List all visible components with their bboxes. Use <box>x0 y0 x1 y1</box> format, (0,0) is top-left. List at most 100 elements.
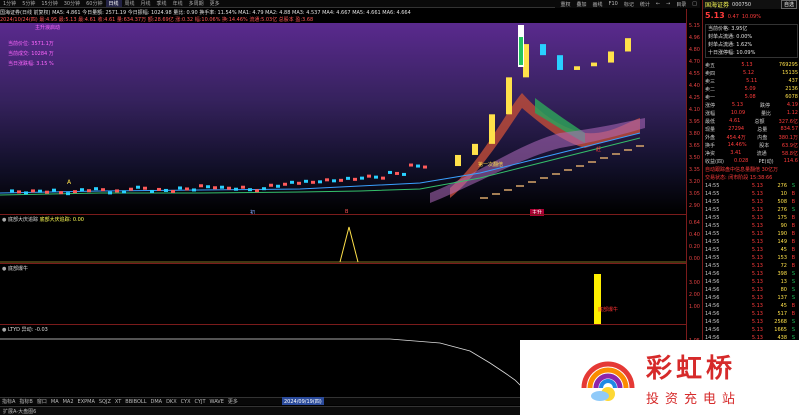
tick-p: 5.13 <box>751 183 763 189</box>
candle <box>283 182 287 186</box>
panel2-tick-label: 2.00 <box>688 292 700 298</box>
panel2-icon: ● <box>2 266 7 272</box>
candle <box>59 191 63 195</box>
tick-v: 45 <box>780 247 787 253</box>
tick-v: 508 <box>777 199 787 205</box>
tick-v: 190 <box>777 231 787 237</box>
stat-v: 10.09 <box>730 110 746 116</box>
tick-row: 14:55 5.13 90 B <box>705 223 798 229</box>
tick-t: 14:56 <box>705 303 720 309</box>
candle <box>472 143 478 155</box>
candle <box>290 180 294 184</box>
price-change: 0.47 <box>727 14 739 20</box>
tick-row: 14:56 5.13 398 S <box>705 271 798 277</box>
price-pct: 10.09% <box>741 14 761 20</box>
stat-v2: 63.9亿 <box>781 143 798 149</box>
tick-p: 5.13 <box>751 311 763 317</box>
y-tick-label: 4.25 <box>688 95 700 101</box>
tick-v: 2568 <box>774 319 787 325</box>
stock-name: 国海证券 <box>705 2 730 9</box>
stat-v: 454.4万 <box>726 135 746 141</box>
tab-period-2[interactable]: 15分钟 <box>38 0 60 7</box>
tick-row: 14:55 5.13 153 B <box>705 255 798 261</box>
tool-button-5[interactable]: 统计 <box>637 1 653 8</box>
indicator-tab-13[interactable]: WAVE <box>208 399 226 405</box>
indicator-tab-7[interactable]: XT <box>113 399 123 405</box>
tool-button-7[interactable]: → <box>663 1 673 7</box>
tick-f: B <box>791 223 795 229</box>
tool-button-3[interactable]: F10 <box>606 1 621 7</box>
tab-period-5[interactable]: 日线 <box>105 0 122 7</box>
candle <box>234 187 238 191</box>
tool-button-0[interactable]: 重权 <box>558 1 574 8</box>
news-item: 封单占流通: 0.00% <box>708 34 753 40</box>
tab-period-10[interactable]: 多周期 <box>186 0 207 7</box>
stat-v: 4.61 <box>729 118 741 124</box>
indicator-panel-2[interactable]: ● 底部爆牛 底部爆牛 <box>0 263 686 324</box>
indicator-tab-11[interactable]: CYX <box>179 399 193 405</box>
tool-button-9[interactable]: □ <box>689 1 700 7</box>
candle <box>122 190 126 194</box>
tab-period-4[interactable]: 60分钟 <box>83 0 105 7</box>
indicator-tab-2[interactable]: 窗口 <box>35 398 49 405</box>
tool-button-6[interactable]: ← <box>653 1 663 7</box>
candle <box>381 176 385 180</box>
indicator-tab-1[interactable]: 指标B <box>17 398 34 405</box>
tick-f: B <box>791 311 795 317</box>
indicator-tab-8[interactable]: BBIBOLL <box>123 399 148 405</box>
stat-k2: PE(动) <box>758 159 774 165</box>
tab-period-1[interactable]: 5分钟 <box>19 0 38 7</box>
candle <box>625 38 631 52</box>
tab-period-3[interactable]: 30分钟 <box>61 0 83 7</box>
tool-button-4[interactable]: 标记 <box>621 1 637 8</box>
tick-v: 149 <box>777 239 787 245</box>
status-bar: 扩展A-大盘图6 <box>0 406 520 415</box>
stat-v2: 834.57 <box>780 126 799 132</box>
indicator-tab-bar: 指标A 指标B 窗口 MA MA2 EXPMA SQJZ XT BBIBOLL DMA DKX CYX… <box>0 397 520 405</box>
tick-v: 517 <box>777 311 787 317</box>
favorite-button[interactable]: 自选 <box>780 0 797 9</box>
panel2-bar-label: 底部爆牛 <box>598 307 619 313</box>
candle <box>52 188 56 192</box>
main-kline-chart[interactable]: 主升浪启动 当前价位: 3571.1万 当前成交: 10284 万 当日涨跌幅:… <box>0 23 686 216</box>
tick-f: S <box>791 183 795 189</box>
tab-period-9[interactable]: 年线 <box>170 0 186 7</box>
tool-button-1[interactable]: 叠加 <box>574 1 590 8</box>
stat-k: 涨停 <box>705 103 716 109</box>
indicator-tab-12[interactable]: CYJT <box>193 399 208 405</box>
indicator-tab-3[interactable]: MA <box>49 399 61 405</box>
order-price: 5.08 <box>744 94 756 100</box>
tool-button-2[interactable]: 画线 <box>590 1 606 8</box>
candle <box>423 165 427 169</box>
tick-t: 14:56 <box>705 311 720 317</box>
indicator-tab-4[interactable]: MA2 <box>61 399 76 405</box>
tab-period-8[interactable]: 季线 <box>154 0 170 7</box>
tab-period-7[interactable]: 月线 <box>138 0 154 7</box>
stock-code: 000750 <box>732 1 752 8</box>
indicator-tab-6[interactable]: SQJZ <box>97 399 113 405</box>
tab-period-6[interactable]: 周线 <box>122 0 138 7</box>
tab-period-11[interactable]: 更多 <box>207 0 223 7</box>
tool-button-8[interactable]: 目录 <box>673 1 689 8</box>
order-book-row: 卖四 5.12 15135 <box>705 70 798 77</box>
order-vol: 769295 <box>778 62 798 68</box>
indicator-tab-9[interactable]: DMA <box>148 399 164 405</box>
indicator-panel-1[interactable]: ● 底部大庆追踪 底部大庆追踪: 0.00 <box>0 214 686 263</box>
candle <box>409 163 413 167</box>
tick-t: 14:55 <box>705 207 720 213</box>
y-tick-label: 4.70 <box>688 59 700 65</box>
indicator-tab-0[interactable]: 指标A <box>0 398 17 405</box>
news-item: 封单占流通: 1.62% <box>708 42 753 48</box>
indicator-tab-10[interactable]: DKX <box>164 399 179 405</box>
panel1-tick-label: 0.64 <box>688 220 700 226</box>
tick-t: 14:56 <box>705 327 720 333</box>
stat-v2: 58.8亿 <box>781 151 798 157</box>
y-tick-label: 2.90 <box>688 203 700 209</box>
tab-period-0[interactable]: 1分钟 <box>0 0 19 7</box>
tick-row: 14:55 5.13 72 B <box>705 263 798 269</box>
candle <box>101 188 105 192</box>
tick-f: B <box>791 247 795 253</box>
y-tick-label: 3.80 <box>688 131 700 137</box>
indicator-tab-14[interactable]: 更多 <box>226 398 240 405</box>
indicator-tab-5[interactable]: EXPMA <box>76 399 97 405</box>
